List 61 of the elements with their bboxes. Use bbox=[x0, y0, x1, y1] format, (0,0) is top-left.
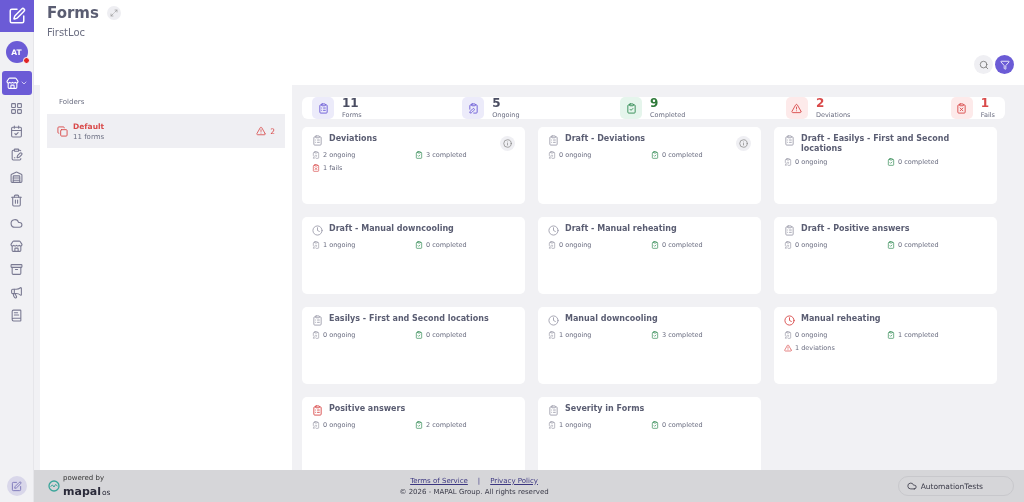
info-icon bbox=[739, 139, 748, 148]
form-title: Positive answers bbox=[329, 404, 406, 414]
clipboard-check-icon bbox=[415, 331, 423, 339]
stat-value: 11 bbox=[342, 97, 360, 109]
store-icon bbox=[5, 76, 19, 90]
cloud-icon bbox=[906, 481, 917, 491]
form-title: Draft - Easilys - First and Second locations bbox=[801, 134, 951, 154]
clipboard-check-icon bbox=[887, 331, 895, 339]
folder-icon bbox=[57, 125, 68, 137]
form-title: Draft - Deviations bbox=[565, 134, 646, 144]
info-button[interactable] bbox=[500, 136, 515, 151]
chevron-down-icon bbox=[19, 79, 28, 87]
cloud-icon bbox=[10, 217, 23, 230]
form-title: Draft - Manual downcooling bbox=[329, 224, 454, 234]
clipboard-x-icon bbox=[312, 164, 320, 172]
app-logo[interactable] bbox=[0, 0, 34, 32]
trash-icon bbox=[10, 194, 23, 207]
form-title: Manual reheating bbox=[801, 314, 881, 324]
filter-icon bbox=[999, 59, 1010, 70]
info-icon bbox=[503, 139, 512, 148]
warning-icon bbox=[784, 344, 792, 352]
stat-value: 1 bbox=[980, 97, 991, 109]
clipboard-check-icon bbox=[415, 241, 423, 249]
location-name: FirstLoc bbox=[47, 27, 87, 38]
archive-icon bbox=[10, 263, 23, 276]
clipboard-check-icon bbox=[415, 151, 423, 159]
stat-value: 2 bbox=[815, 97, 826, 109]
stat-value: 5 bbox=[492, 97, 502, 109]
info-button[interactable] bbox=[736, 136, 751, 151]
form-title: Draft - Manual reheating bbox=[565, 224, 677, 234]
form-title: Easilys - First and Second locations bbox=[329, 314, 489, 324]
brand-name: mapal bbox=[63, 484, 101, 498]
clipboard-check-icon bbox=[651, 331, 659, 339]
search-button[interactable] bbox=[974, 55, 993, 74]
form-title: Severity in Forms bbox=[565, 404, 645, 414]
nav-item[interactable] bbox=[1, 71, 32, 95]
warning-icon bbox=[256, 126, 267, 136]
clipboard-check-icon bbox=[651, 421, 659, 429]
search-icon bbox=[978, 59, 989, 70]
edit-icon bbox=[11, 480, 22, 492]
stat-value: 9 bbox=[650, 97, 660, 109]
clipboard-check-icon bbox=[651, 241, 659, 249]
form-title: Draft - Positive answers bbox=[801, 224, 910, 234]
clipboard-check-icon bbox=[887, 241, 895, 249]
filter-button[interactable] bbox=[995, 55, 1014, 74]
calendar-check-icon bbox=[10, 125, 23, 138]
grid-icon bbox=[10, 102, 23, 115]
page-title: Forms bbox=[47, 4, 99, 22]
edit-button[interactable] bbox=[6, 476, 27, 496]
clipboard-check-icon bbox=[415, 421, 423, 429]
megaphone-icon bbox=[10, 286, 23, 299]
edit-icon bbox=[7, 7, 26, 25]
book-icon bbox=[10, 309, 23, 322]
clipboard-check-icon bbox=[651, 151, 659, 159]
clipboard-icon bbox=[10, 148, 23, 161]
form-title: Deviations bbox=[329, 134, 377, 144]
warehouse-icon bbox=[10, 171, 23, 184]
form-title: Manual downcooling bbox=[565, 314, 658, 324]
store-icon bbox=[10, 240, 23, 253]
clipboard-check-icon bbox=[887, 158, 895, 167]
brand-logo-icon bbox=[48, 480, 60, 492]
